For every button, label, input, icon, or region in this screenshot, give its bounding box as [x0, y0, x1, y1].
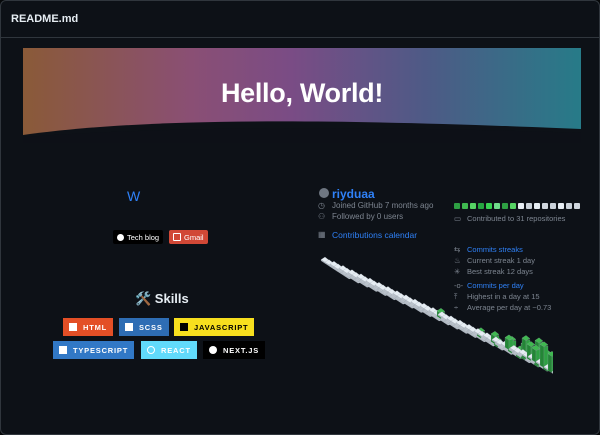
readme-window: README.md Hello, World! W Tech blog Gmai… — [0, 0, 600, 435]
clock-icon: ◷ — [318, 201, 325, 210]
gmail-badge[interactable]: Gmail — [169, 230, 208, 244]
tech-blog-badge[interactable]: Tech blog — [113, 230, 164, 244]
language-square — [494, 203, 500, 209]
language-square — [574, 203, 580, 209]
gmail-icon — [173, 233, 181, 241]
language-square — [486, 203, 492, 209]
javascript-icon — [180, 323, 188, 331]
language-square — [478, 203, 484, 209]
skill-label: HTML — [83, 322, 108, 332]
language-squares — [454, 203, 580, 209]
html5-icon — [69, 323, 77, 331]
skill-scss: SCSS — [119, 318, 169, 336]
react-icon — [147, 346, 155, 354]
avatar — [319, 188, 329, 198]
skill-react: REACT — [141, 341, 197, 359]
skill-javascript: JAVASCRIPT — [174, 318, 255, 336]
skill-label: NEXT.JS — [223, 345, 260, 355]
language-square — [526, 203, 532, 209]
css3-icon — [125, 323, 133, 331]
language-square — [510, 203, 516, 209]
skill-typescript: TYPESCRIPT — [53, 341, 135, 359]
joined-label: Joined GitHub 7 months ago — [332, 201, 434, 210]
language-square — [558, 203, 564, 209]
profile-username[interactable]: riyduaa — [332, 187, 375, 201]
language-square — [550, 203, 556, 209]
language-square — [542, 203, 548, 209]
language-square — [470, 203, 476, 209]
language-square — [502, 203, 508, 209]
people-icon: ⚇ — [318, 212, 326, 221]
skill-label: REACT — [161, 345, 191, 355]
banner-wave — [23, 121, 581, 143]
skill-nextjs: NEXT.JS — [203, 341, 266, 359]
iso-cell — [539, 341, 549, 368]
typescript-icon — [59, 346, 67, 354]
language-square — [454, 203, 460, 209]
nextjs-icon — [209, 346, 217, 354]
followed-label: Followed by 0 users — [332, 212, 404, 221]
repo-icon: ▭ — [454, 214, 462, 223]
file-header: README.md — [1, 1, 599, 38]
joined-text: ◷ Joined GitHub 7 months ago — [318, 201, 434, 210]
header-banner: Hello, World! — [23, 48, 581, 143]
contributed-text: Contributed to 31 repositories — [467, 214, 566, 223]
contributions-calendar-link[interactable]: Contributions calendar — [332, 230, 417, 240]
language-square — [534, 203, 540, 209]
language-square — [518, 203, 524, 209]
skill-label: SCSS — [139, 322, 163, 332]
skill-label: JAVASCRIPT — [194, 322, 249, 332]
calendar-icon: ▦ — [318, 230, 326, 239]
github-icon — [117, 233, 124, 241]
tech-blog-label: Tech blog — [127, 232, 160, 242]
language-square — [566, 203, 572, 209]
gmail-label: Gmail — [184, 232, 204, 242]
language-square — [462, 203, 468, 209]
file-title: README.md — [11, 13, 79, 25]
skill-html: HTML — [63, 318, 114, 336]
skills-title: 🛠️ Skills — [135, 291, 189, 306]
skill-label: TYPESCRIPT — [73, 345, 129, 355]
banner-title: Hello, World! — [220, 78, 384, 108]
w-link[interactable]: W — [127, 188, 140, 204]
followed-text: ⚇ Followed by 0 users — [318, 212, 404, 221]
iso-cell — [547, 351, 553, 374]
isometric-contributions-graph — [320, 256, 553, 374]
